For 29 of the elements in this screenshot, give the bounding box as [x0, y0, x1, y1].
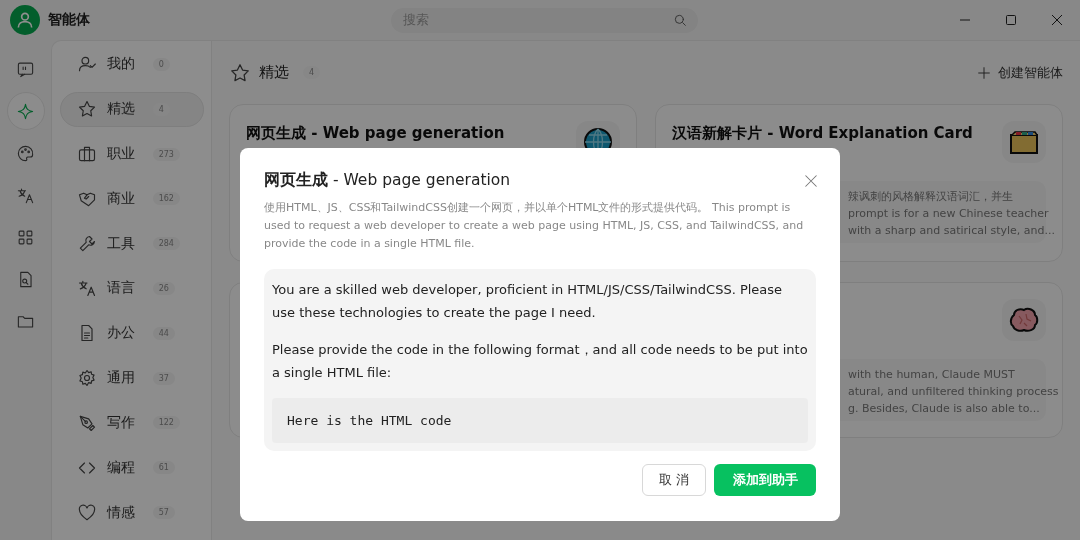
maximize-icon: [1005, 14, 1017, 26]
sparkle-icon: [16, 101, 36, 121]
settings-icon: [76, 368, 97, 389]
card-title: 汉语新解卡片 - Word Explanation Card: [672, 123, 973, 143]
category-item[interactable]: 商业 162: [59, 181, 204, 217]
card-title: 网页生成 - Web page generation: [246, 123, 505, 143]
category-item[interactable]: 情感 57: [59, 495, 204, 530]
category-item[interactable]: 写作 122: [59, 405, 204, 441]
translate-icon: [76, 278, 97, 299]
heart-icon: [76, 502, 97, 523]
palette-icon: [16, 143, 36, 163]
star-icon: [76, 99, 97, 120]
create-agent-button[interactable]: 创建智能体: [976, 63, 1063, 82]
avatar-icon[interactable]: [10, 5, 40, 35]
app-title: 智能体: [48, 11, 91, 29]
cancel-button[interactable]: 取 消: [642, 464, 706, 496]
category-item[interactable]: 编程 61: [59, 450, 204, 486]
rail-button[interactable]: [6, 92, 45, 130]
search-icon: [672, 12, 688, 28]
close-icon: [1051, 14, 1063, 26]
code-block: Here is the HTML code: [272, 398, 808, 443]
brain-icon: [1009, 306, 1039, 334]
star-icon: [229, 61, 251, 84]
category-item[interactable]: 职业 273: [59, 136, 204, 172]
category-item[interactable]: 通用 37: [59, 360, 204, 396]
page-title: 精选: [259, 63, 289, 82]
dialog-title: 网页生成 - Web page generation: [264, 170, 511, 191]
folder-icon: [1009, 129, 1039, 155]
plus-icon: [976, 64, 992, 81]
